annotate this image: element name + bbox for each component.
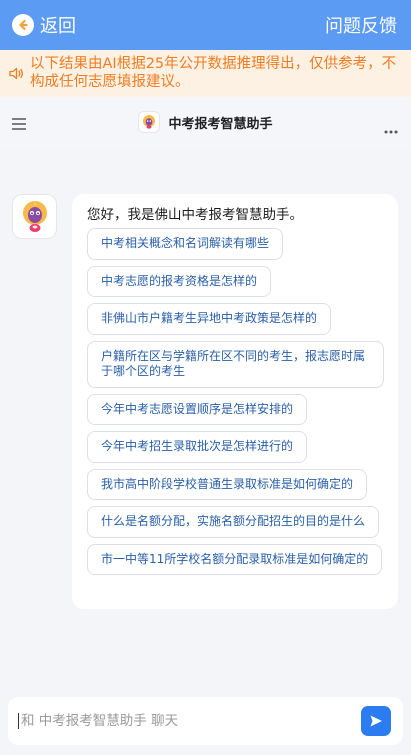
chat-input-bar: [8, 697, 403, 745]
assistant-mascot-icon: [22, 200, 47, 232]
suggestion-chip[interactable]: 我市高中阶段学校普通生录取标准是如何确定的: [87, 468, 368, 500]
suggestion-chip[interactable]: 中考志愿的报考资格是怎样的: [87, 265, 272, 297]
suggestion-chip[interactable]: 什么是名额分配，实施名额分配招生的目的是什么: [87, 506, 380, 538]
top-bar: 返回 问题反馈: [0, 0, 411, 50]
speaker-icon: [9, 67, 24, 85]
menu-icon[interactable]: [12, 115, 26, 134]
disclaimer-text: 以下结果由AI根据25年公开数据推理得出，仅供参考，不构成任何志愿填报建议。: [30, 56, 397, 90]
assistant-message: 您好，我是佛山中考报考智慧助手。 中考相关概念和名词解读有哪些 中考志愿的报考资…: [72, 194, 398, 609]
assistant-title: 中考报考智慧助手: [168, 116, 273, 132]
suggestion-chip[interactable]: 今年中考招生录取批次是怎样进行的: [87, 431, 308, 463]
greeting-text: 您好，我是佛山中考报考智慧助手。: [87, 207, 303, 223]
disclaimer-banner: 以下结果由AI根据25年公开数据推理得出，仅供参考，不构成任何志愿填报建议。: [0, 50, 411, 97]
suggestion-list: 中考相关概念和名词解读有哪些 中考志愿的报考资格是怎样的 非佛山市户籍考生异地中…: [87, 228, 384, 581]
more-options-icon[interactable]: [384, 119, 398, 138]
chat-header: 中考报考智慧助手: [0, 97, 411, 147]
text-caret: [18, 713, 19, 729]
suggestion-chip[interactable]: 今年中考志愿设置顺序是怎样安排的: [87, 393, 308, 425]
suggestion-chip[interactable]: 非佛山市户籍考生异地中考政策是怎样的: [87, 303, 332, 335]
back-label: 返回: [40, 16, 76, 37]
suggestion-chip[interactable]: 中考相关概念和名词解读有哪些: [87, 228, 284, 260]
send-button[interactable]: [361, 706, 391, 736]
assistant-avatar: [12, 194, 57, 239]
back-button[interactable]: 返回: [12, 12, 76, 38]
suggestion-chip[interactable]: 户籍所在区与学籍所在区不同的考生，报志愿时属于哪个区的考生: [87, 340, 384, 388]
chat-input[interactable]: [21, 713, 361, 729]
send-icon: [370, 715, 382, 727]
suggestion-chip[interactable]: 市一中等11所学校名额分配录取标准是如何确定的: [87, 543, 383, 575]
feedback-link[interactable]: 问题反馈: [325, 12, 397, 38]
back-arrow-icon: [12, 14, 34, 36]
assistant-logo-icon: [138, 111, 161, 133]
